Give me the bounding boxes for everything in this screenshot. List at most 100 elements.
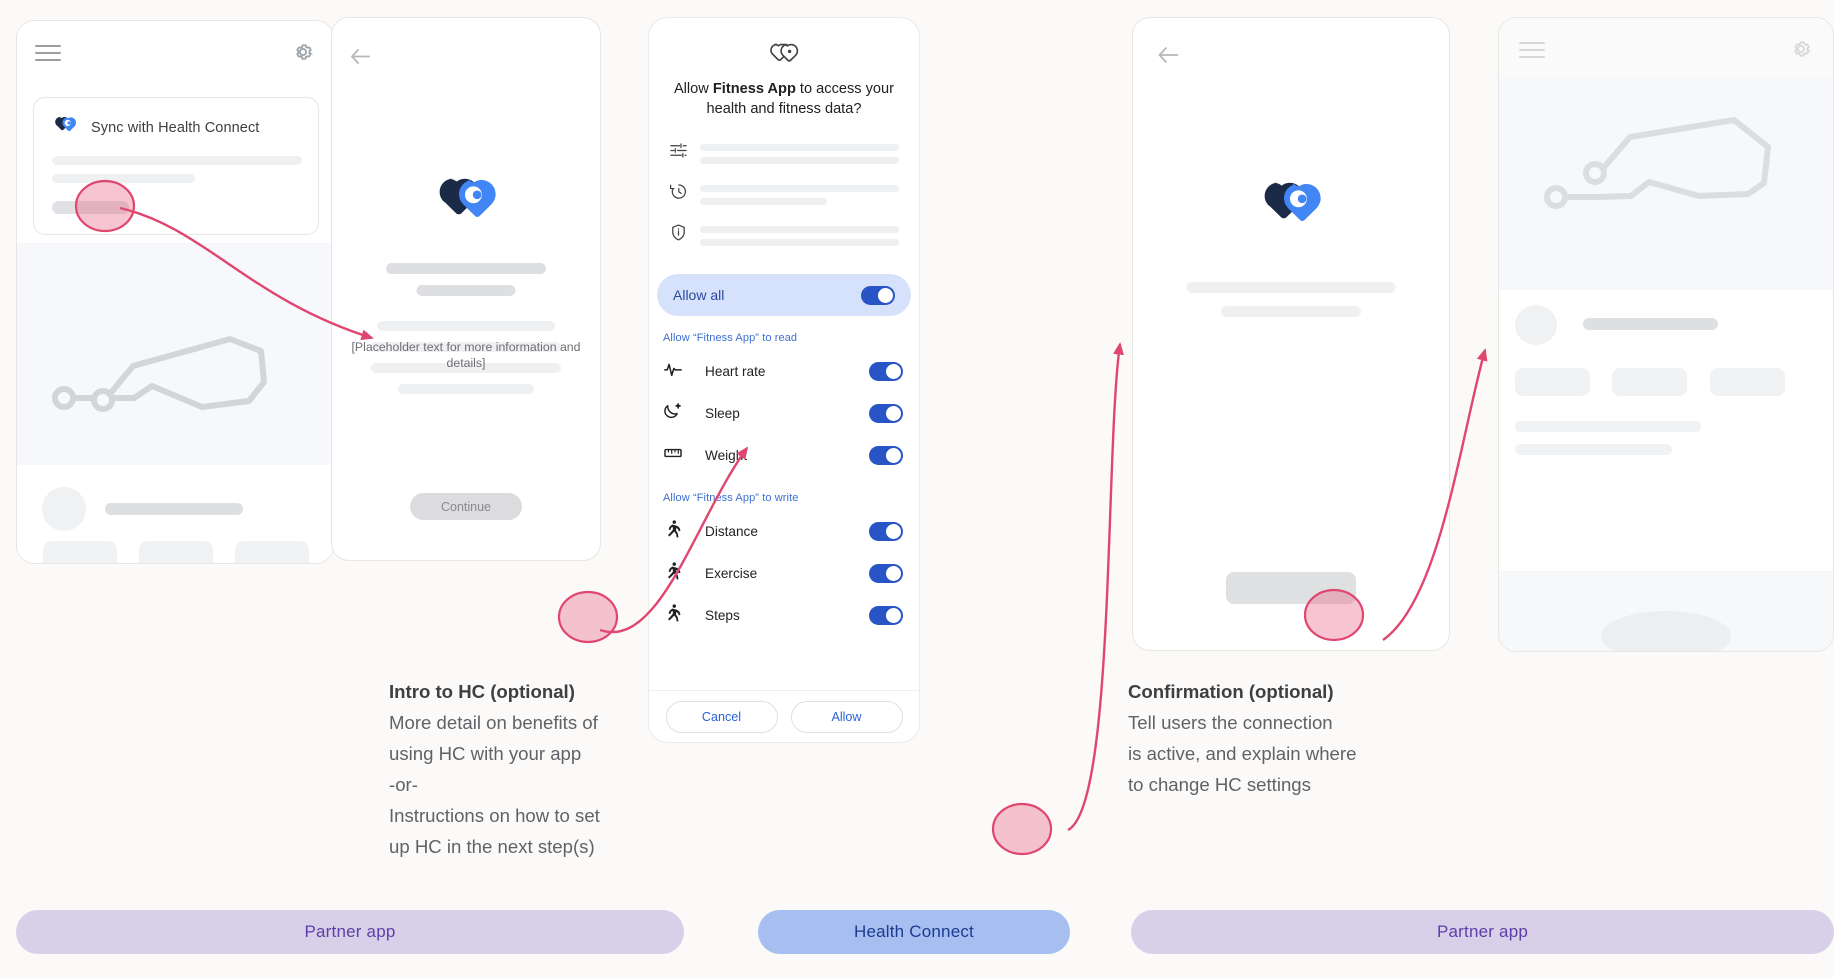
gear-icon[interactable] — [291, 40, 315, 64]
permission-toggle[interactable] — [869, 403, 903, 423]
sleep-moon-icon — [663, 401, 683, 426]
info-row — [669, 170, 899, 211]
back-arrow-icon[interactable] — [1157, 46, 1179, 64]
continue-button[interactable]: Continue — [410, 493, 522, 520]
health-connect-outline-logo-icon — [649, 42, 919, 68]
panel-permission-dialog: Allow Fitness App to access your health … — [648, 17, 920, 743]
health-connect-logo-icon — [52, 116, 78, 141]
avatar — [42, 487, 86, 531]
distance-runner-icon — [663, 519, 683, 544]
skeleton-subhead — [1221, 306, 1361, 317]
permission-toggle[interactable] — [869, 563, 903, 583]
permission-label: Heart rate — [705, 363, 766, 379]
map-illustration — [17, 243, 333, 465]
panel5-topbar — [1499, 18, 1833, 78]
panel-confirmation — [1132, 17, 1450, 651]
allow-all-row[interactable]: Allow all — [657, 274, 911, 316]
skeleton-headline — [386, 263, 546, 274]
panel-intro-to-health-connect: [Placeholder text for more information a… — [331, 17, 601, 561]
permission-toggle[interactable] — [869, 445, 903, 465]
skeleton-line — [52, 174, 195, 183]
dialog-title-app: Fitness App — [712, 81, 796, 97]
allow-all-label: Allow all — [673, 287, 725, 303]
caption-confirmation-line1: Tell users the connection — [1128, 712, 1333, 733]
info-row — [669, 129, 899, 170]
steps-runner-icon — [663, 603, 683, 628]
skeleton-chip[interactable] — [1710, 368, 1785, 396]
tune-sliders-icon — [669, 141, 688, 165]
weight-scale-icon — [663, 443, 683, 468]
read-section-header: Allow “Fitness App” to read — [663, 332, 798, 344]
permission-toggle[interactable] — [869, 361, 903, 381]
caption-confirmation: Confirmation (optional) Tell users the c… — [1128, 676, 1468, 800]
permission-row-exercise[interactable]: Exercise — [657, 552, 911, 594]
exercise-runner-icon — [663, 561, 683, 586]
panel-partner-app-home: Sync with Health Connect — [16, 20, 334, 564]
permission-label: Weight — [705, 447, 748, 463]
write-section-header: Allow “Fitness App” to write — [663, 492, 799, 504]
skeleton-lines — [700, 223, 899, 252]
allow-all-toggle[interactable] — [861, 285, 895, 305]
health-connect-logo-icon — [1256, 180, 1326, 239]
skeleton-subhead — [416, 285, 516, 296]
skeleton-button[interactable] — [52, 201, 129, 214]
health-connect-logo-icon — [431, 176, 501, 235]
skeleton-lines — [700, 141, 899, 170]
caption-confirmation-heading: Confirmation (optional) — [1128, 681, 1334, 702]
permission-toggle[interactable] — [869, 521, 903, 541]
hamburger-menu-icon[interactable] — [1519, 42, 1545, 58]
heart-rate-icon — [663, 359, 683, 384]
skeleton-chip[interactable] — [139, 541, 213, 563]
arrow-permissions-to-confirmation — [1067, 342, 1124, 832]
permission-row-sleep[interactable]: Sleep — [657, 392, 911, 434]
caption-intro: Intro to HC (optional) More detail on be… — [389, 676, 709, 862]
caption-intro-line5: up HC in the next step(s) — [389, 836, 595, 857]
skeleton-line — [1515, 444, 1672, 455]
skeleton-chip[interactable] — [43, 541, 117, 563]
gear-icon[interactable] — [1789, 37, 1813, 61]
skeleton-chip[interactable] — [1612, 368, 1687, 396]
skeleton-chip[interactable] — [1515, 368, 1590, 396]
panel5-footer — [1499, 571, 1833, 651]
back-arrow-icon[interactable] — [350, 48, 370, 65]
skeleton-line — [398, 384, 534, 394]
skeleton-line — [377, 321, 555, 331]
permission-row-steps[interactable]: Steps — [657, 594, 911, 636]
permission-toggle[interactable] — [869, 605, 903, 625]
permission-row-weight[interactable]: Weight — [657, 434, 911, 476]
legend-partner-app-left: Partner app — [16, 910, 684, 954]
skeleton-chip[interactable] — [235, 541, 309, 563]
skeleton-line — [105, 503, 243, 515]
skeleton-primary-button[interactable] — [1226, 572, 1356, 604]
panel1-topbar — [17, 21, 333, 83]
skeleton-line — [1583, 318, 1718, 330]
map-illustration — [1499, 78, 1833, 290]
permission-row-heart-rate[interactable]: Heart rate — [657, 350, 911, 392]
hamburger-menu-icon[interactable] — [35, 45, 61, 61]
caption-intro-line2: using HC with your app — [389, 743, 582, 764]
hotspot-allow-button — [991, 802, 1053, 856]
allow-button[interactable]: Allow — [790, 700, 903, 733]
caption-intro-line3: -or- — [389, 774, 418, 795]
permission-row-distance[interactable]: Distance — [657, 510, 911, 552]
dialog-info-block — [649, 129, 919, 252]
caption-confirmation-line3: to change HC settings — [1128, 774, 1311, 795]
skeleton-lines — [700, 182, 899, 211]
permission-label: Steps — [705, 607, 740, 623]
caption-intro-line4: Instructions on how to set — [389, 805, 600, 826]
caption-intro-line1: More detail on benefits of — [389, 712, 598, 733]
panel-partner-app-connected — [1498, 17, 1834, 652]
caption-confirmation-line2: is active, and explain where — [1128, 743, 1357, 764]
skeleton-line — [1515, 421, 1701, 432]
legend-health-connect: Health Connect — [758, 910, 1070, 954]
skeleton-blob — [1601, 611, 1731, 651]
permission-label: Distance — [705, 523, 758, 539]
placeholder-text: [Placeholder text for more information a… — [351, 340, 581, 370]
shield-info-icon — [669, 223, 688, 247]
skeleton-line — [52, 156, 302, 165]
flow-diagram-canvas: Sync with Health Connect [Placeholder te… — [0, 0, 1834, 978]
legend-partner-app-right: Partner app — [1131, 910, 1834, 954]
dialog-header: Allow Fitness App to access your health … — [649, 18, 919, 119]
panel1-lower-content — [17, 465, 333, 563]
sync-with-health-connect-card[interactable]: Sync with Health Connect — [33, 97, 319, 235]
